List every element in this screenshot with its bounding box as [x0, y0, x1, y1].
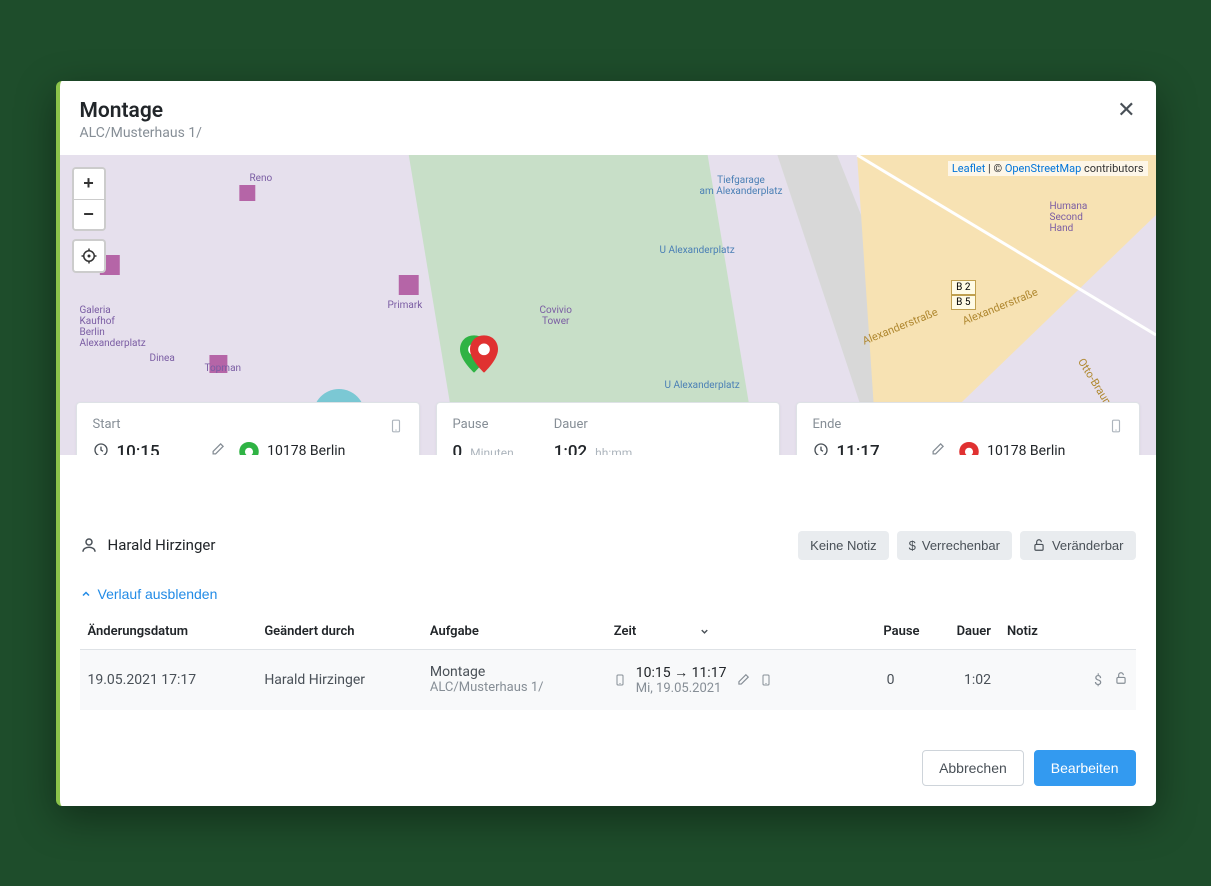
editable-pill[interactable]: Veränderbar: [1020, 531, 1136, 560]
dialog-window: Montage ALC/Musterhaus 1/ ✕ Reno Primark…: [56, 81, 1156, 806]
minus-icon: −: [83, 204, 94, 225]
close-button[interactable]: ✕: [1117, 99, 1135, 121]
unlock-icon[interactable]: [1114, 671, 1128, 685]
pause-label: Pause: [453, 417, 514, 432]
crosshair-icon: [80, 247, 98, 265]
map-poi-label: Tiefgarage am Alexanderplatz: [700, 175, 783, 197]
edit-button[interactable]: Bearbeiten: [1034, 750, 1136, 786]
billable-pill[interactable]: $ Verrechenbar: [897, 531, 1012, 560]
cell-note: [999, 649, 1065, 710]
map-poi-label: Reno: [250, 173, 273, 184]
pin-icon: [959, 442, 979, 454]
user-name: Harald Hirzinger: [108, 536, 216, 554]
map-poi-label: Humana Second Hand: [1050, 201, 1088, 234]
cell-change-date: 19.05.2021 17:17: [80, 649, 257, 710]
unlock-icon: [1032, 538, 1046, 552]
dollar-icon[interactable]: $: [1094, 673, 1102, 689]
end-card-label: Ende: [813, 417, 1123, 432]
cancel-button[interactable]: Abbrechen: [922, 750, 1024, 786]
chevron-down-icon: [699, 626, 710, 637]
col-task: Aufgabe: [422, 614, 606, 650]
zoom-out-button[interactable]: −: [74, 199, 104, 229]
edit-icon[interactable]: [930, 442, 945, 454]
end-time: 11:17: [837, 442, 923, 454]
pause-duration-card: Pause 0 Minuten Dauer 1:02 hh:mm: [436, 402, 780, 454]
map-marker-end[interactable]: [470, 335, 498, 373]
map-attribution: Leaflet | © OpenStreetMap contributors: [948, 161, 1148, 176]
cell-duration: 1:02: [928, 649, 999, 710]
pause-unit: Minuten: [470, 446, 514, 454]
duration-label: Dauer: [554, 417, 633, 432]
user-row: Harald Hirzinger Keine Notiz $ Verrechen…: [80, 531, 1136, 560]
map-poi-label: Covivio Tower: [540, 305, 572, 327]
col-pause: Pause: [853, 614, 927, 650]
mobile-icon: [614, 672, 626, 688]
map-poi-label: Galeria Kaufhof Berlin Alexanderplatz: [80, 305, 146, 349]
history-table: Änderungsdatum Geändert durch Aufgabe Ze…: [80, 614, 1136, 710]
map[interactable]: Reno Primark Topman Galeria Kaufhof Berl…: [60, 155, 1156, 455]
cell-actions: $: [1065, 649, 1135, 710]
locate-button[interactable]: [72, 239, 106, 273]
col-time[interactable]: Zeit: [606, 614, 854, 650]
table-header-row: Änderungsdatum Geändert durch Aufgabe Ze…: [80, 614, 1136, 650]
map-poi-label: U Alexanderplatz: [660, 245, 735, 256]
edit-icon[interactable]: [736, 673, 750, 687]
cell-time: 10:15 → 11:17 Mi, 19.05.2021: [606, 649, 854, 710]
dialog-header: Montage ALC/Musterhaus 1/ ✕: [60, 81, 1156, 155]
col-change-date: Änderungsdatum: [80, 614, 257, 650]
col-note: Notiz: [999, 614, 1065, 650]
map-poi-label: Dinea: [150, 353, 175, 364]
toggle-history-button[interactable]: Verlauf ausblenden: [80, 586, 218, 602]
cell-task: Montage ALC/Musterhaus 1/: [422, 649, 606, 710]
map-poi-label: Primark: [388, 300, 423, 311]
pin-icon: [239, 442, 259, 454]
cell-pause: 0: [853, 649, 927, 710]
zoom-in-button[interactable]: +: [74, 169, 104, 199]
mobile-icon: [389, 417, 403, 439]
plus-icon: +: [83, 173, 94, 194]
mobile-icon: [760, 672, 772, 688]
start-card-label: Start: [93, 417, 403, 432]
map-poi-label: Topman: [205, 363, 242, 374]
col-actions: [1065, 614, 1135, 650]
duration-value: 1:02: [554, 442, 587, 454]
chevron-up-icon: [80, 588, 92, 600]
cell-changed-by: Harald Hirzinger: [256, 649, 422, 710]
detail-section: Harald Hirzinger Keine Notiz $ Verrechen…: [60, 455, 1156, 730]
start-card: Start 10:15 Mi, 19.05.2021: [76, 402, 420, 454]
end-card: Ende 11:17 Mi, 19.05.2021: [796, 402, 1140, 454]
duration-unit: hh:mm: [595, 446, 632, 454]
dollar-icon: $: [909, 538, 916, 553]
map-controls: + −: [72, 167, 106, 273]
clock-icon: [93, 442, 109, 454]
map-poi-label: U Alexanderplatz: [665, 380, 740, 391]
col-duration: Dauer: [928, 614, 999, 650]
end-city: 10178 Berlin: [987, 442, 1121, 454]
dialog-footer: Abbrechen Bearbeiten: [60, 730, 1156, 806]
edit-icon[interactable]: [210, 442, 225, 454]
close-icon: ✕: [1117, 97, 1135, 122]
page-subtitle: ALC/Musterhaus 1/: [80, 125, 1132, 141]
mobile-icon: [1109, 417, 1123, 439]
user-icon: [80, 536, 98, 554]
map-route-badge: B 2: [951, 280, 975, 295]
pause-value: 0: [453, 442, 463, 454]
no-note-pill[interactable]: Keine Notiz: [798, 531, 888, 560]
start-time: 10:15: [117, 442, 203, 454]
page-title: Montage: [80, 99, 1132, 123]
col-changed-by: Geändert durch: [256, 614, 422, 650]
map-route-badge: B 5: [951, 295, 975, 310]
table-row: 19.05.2021 17:17 Harald Hirzinger Montag…: [80, 649, 1136, 710]
zoom-control: + −: [72, 167, 106, 231]
osm-link[interactable]: OpenStreetMap: [1005, 162, 1081, 175]
clock-icon: [813, 442, 829, 454]
summary-cards: Start 10:15 Mi, 19.05.2021: [76, 402, 1140, 454]
start-city: 10178 Berlin: [267, 442, 401, 454]
leaflet-link[interactable]: Leaflet: [952, 162, 985, 175]
